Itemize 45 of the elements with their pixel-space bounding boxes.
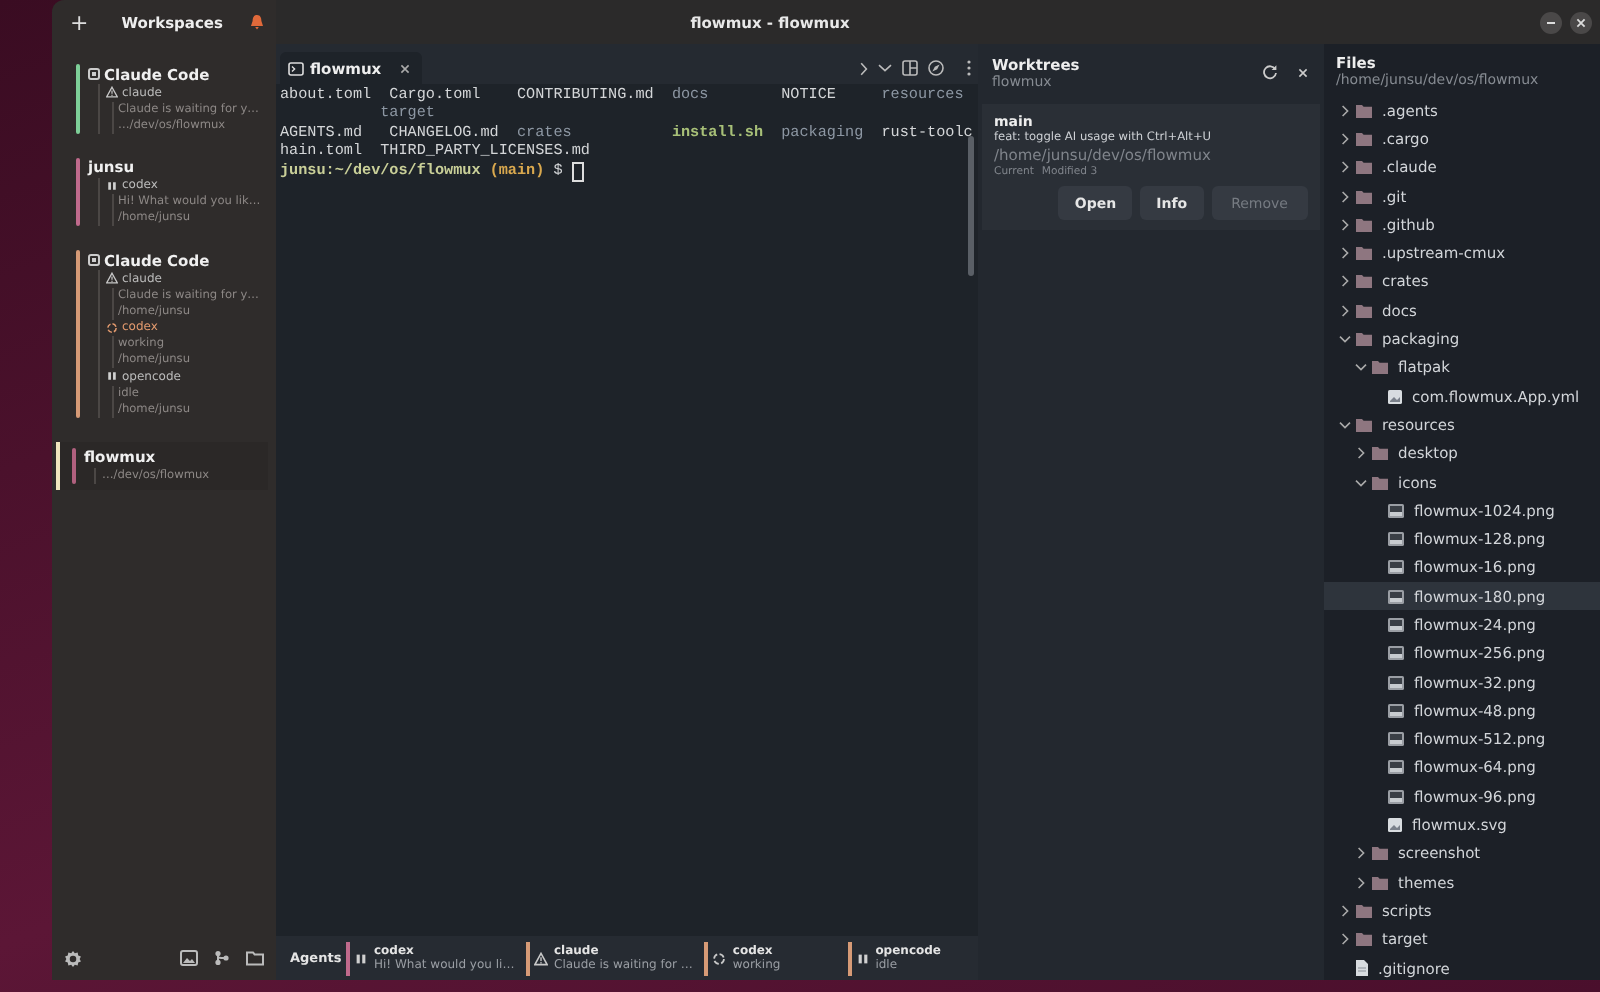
terminal-icon: [288, 61, 304, 75]
close-icon: [1576, 17, 1586, 27]
refresh-button[interactable]: [1262, 64, 1278, 80]
menu-icon[interactable]: [966, 60, 972, 76]
close-icon[interactable]: [399, 63, 410, 73]
image-icon: [1388, 532, 1404, 547]
image-icon: [1388, 589, 1404, 604]
image-icon: [1388, 503, 1404, 518]
image-icon: [1388, 789, 1404, 804]
close-button[interactable]: [1298, 67, 1308, 77]
minimize-button[interactable]: [1540, 11, 1562, 33]
add-button[interactable]: +: [64, 11, 95, 33]
chevron-right-icon[interactable]: [860, 61, 868, 75]
file-icon: [1388, 818, 1402, 833]
chevron-down-icon[interactable]: [878, 64, 892, 72]
image-icon: [1388, 703, 1404, 718]
pause-icon: [354, 951, 368, 965]
warning-icon: [106, 272, 118, 285]
minimize-icon: [1546, 17, 1556, 27]
split-icon[interactable]: [902, 60, 918, 76]
pause-icon: [106, 179, 118, 192]
scrollbar[interactable]: [968, 136, 974, 276]
spinner-icon: [712, 951, 727, 965]
image-icon: [1388, 760, 1404, 775]
close-button[interactable]: [1570, 11, 1592, 33]
folder-icon[interactable]: [246, 950, 264, 966]
branch-icon[interactable]: [214, 950, 230, 966]
image-icon: [1388, 675, 1404, 690]
warning-icon: [106, 86, 118, 99]
bell-icon[interactable]: [250, 14, 264, 30]
pause-icon: [106, 370, 118, 383]
image-icon: [1388, 732, 1404, 747]
document-icon: [1356, 960, 1368, 977]
close-icon: [1298, 67, 1308, 77]
warning-icon: [534, 951, 548, 965]
file-icon: [1388, 389, 1402, 404]
image-icon: [1388, 646, 1404, 661]
image-icon: [1388, 560, 1404, 575]
spinner-icon: [106, 321, 118, 334]
image-icon: [1388, 617, 1404, 632]
refresh-icon: [1262, 64, 1278, 80]
image-icon[interactable]: [180, 950, 198, 966]
compass-icon[interactable]: [928, 60, 944, 76]
pause-icon: [855, 951, 870, 965]
settings-icon[interactable]: [64, 949, 82, 967]
